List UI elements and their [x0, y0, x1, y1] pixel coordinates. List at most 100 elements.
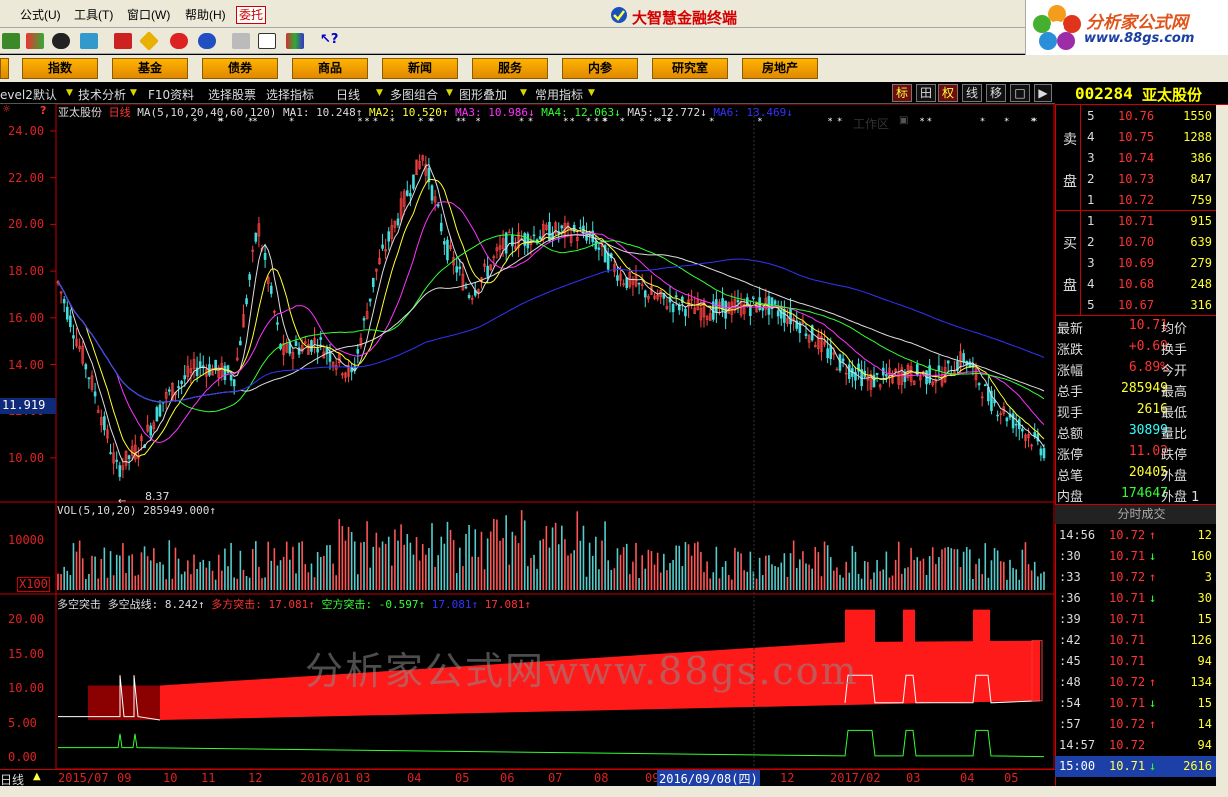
common-indicator-menu[interactable]: 常用指标: [535, 86, 583, 103]
volume-bar: [1009, 559, 1011, 590]
dropdown-arrow-icon[interactable]: ▼: [66, 88, 73, 98]
candle-body: [263, 252, 267, 260]
level2-default-menu[interactable]: evel2默认: [0, 86, 57, 103]
select-stock-menu[interactable]: 选择股票: [208, 86, 256, 103]
f10-menu[interactable]: F10资料: [148, 86, 194, 103]
window-icon[interactable]: [258, 33, 276, 49]
books-icon[interactable]: [286, 33, 304, 49]
red-circle-icon[interactable]: [170, 33, 188, 49]
candle-body: [371, 277, 375, 288]
quote-row: 总笔 20405 外盘: [1055, 463, 1228, 484]
alert-icon[interactable]: [114, 33, 132, 49]
trades-header[interactable]: 分时成交: [1055, 504, 1228, 524]
nav-research-button[interactable]: 研究室: [652, 58, 728, 79]
volume-bar: [959, 567, 962, 590]
up-triangle-icon[interactable]: ▲: [33, 771, 41, 782]
trade-row[interactable]: :42 10.71 126: [1055, 630, 1228, 651]
trade-time: :57: [1059, 717, 1081, 731]
question-icon[interactable]: ?: [40, 104, 46, 117]
grid-icon[interactable]: [2, 33, 20, 49]
trade-row[interactable]: :30 10.71 ↓ 160: [1055, 546, 1228, 567]
volume-bar: [928, 556, 931, 590]
dropdown-arrow-icon[interactable]: ▼: [520, 88, 527, 98]
move-button[interactable]: 移: [986, 84, 1006, 102]
date-tick: 05: [1004, 771, 1019, 785]
right-adjust-button[interactable]: 权: [938, 84, 958, 102]
price-tick: 18.00: [8, 264, 45, 279]
tech-analysis-menu[interactable]: 技术分析: [78, 86, 126, 103]
volume-bar: [820, 576, 823, 590]
nav-bar: 指数 基金 债券 商品 新闻 服务 内参 研究室 房地产 工作区 ▣: [0, 55, 1228, 131]
volume-bar: [622, 547, 625, 590]
volume-bar: [1033, 561, 1036, 590]
line-button[interactable]: 线: [962, 84, 982, 102]
volume-bar: [230, 542, 232, 590]
candle-body: [789, 308, 792, 325]
indicator-tick: 15.00: [8, 646, 45, 661]
volume-bar: [97, 578, 99, 590]
multi-chart-menu[interactable]: 多图组合: [390, 86, 438, 103]
nav-fund-button[interactable]: 基金: [112, 58, 188, 79]
diamond-icon[interactable]: [139, 31, 159, 51]
chart-icon[interactable]: [26, 33, 44, 49]
clipboard-icon[interactable]: [232, 33, 250, 49]
menu-tools[interactable]: 工具(T): [74, 6, 113, 23]
help-pointer-icon[interactable]: ↖?: [320, 33, 338, 49]
volume-bar: [347, 526, 350, 590]
dropdown-arrow-icon[interactable]: ▼: [376, 88, 383, 98]
daily-period-menu[interactable]: 日线: [336, 86, 360, 103]
binoculars-icon[interactable]: [52, 33, 70, 49]
settings-icon[interactable]: ☼: [2, 104, 11, 115]
volume-bar: [743, 570, 745, 590]
volume-bar: [418, 560, 421, 590]
weituo-button[interactable]: 委托: [236, 6, 267, 24]
nav-bond-button[interactable]: 债券: [202, 58, 278, 79]
trade-row[interactable]: 15:00 10.71 ↓ 2616: [1055, 756, 1228, 777]
menu-window[interactable]: 窗口(W): [127, 6, 170, 23]
speaker-icon[interactable]: [80, 33, 98, 49]
volume-bar: [981, 574, 983, 590]
play-button[interactable]: ▶: [1034, 84, 1052, 102]
quote-label-right: 跌停: [1161, 448, 1188, 463]
select-indicator-menu[interactable]: 选择指标: [266, 86, 314, 103]
quote-row: 内盘 174647 外盘 1: [1055, 484, 1228, 505]
mark-button[interactable]: 标: [892, 84, 912, 102]
volume-bar: [304, 564, 307, 590]
overlay-menu[interactable]: 图形叠加: [459, 86, 507, 103]
blue-circle-icon[interactable]: [198, 33, 216, 49]
nav-insider-button[interactable]: 内参: [562, 58, 638, 79]
trade-row[interactable]: :54 10.71 ↓ 15: [1055, 693, 1228, 714]
volume-bar: [545, 526, 548, 590]
dropdown-arrow-icon[interactable]: ▼: [588, 88, 595, 98]
level: 2: [1087, 172, 1095, 186]
trade-row[interactable]: 14:57 10.72 94: [1055, 735, 1228, 756]
volume-bar: [1021, 549, 1024, 590]
volume-bar: [270, 560, 273, 590]
volume-bar: [805, 563, 807, 590]
flower-logo-icon: [1033, 5, 1081, 50]
nav-service-button[interactable]: 服务: [472, 58, 548, 79]
scrollbar[interactable]: [1216, 105, 1228, 797]
app-logo-icon: [611, 7, 627, 23]
menu-help[interactable]: 帮助(H): [185, 6, 226, 23]
level: 2: [1087, 235, 1095, 249]
volume-bar: [854, 551, 857, 590]
volume-bar: [394, 529, 396, 590]
level: 1: [1087, 214, 1095, 228]
window-button[interactable]: □: [1010, 84, 1030, 102]
nav-news-button[interactable]: 新闻: [382, 58, 458, 79]
grid-button[interactable]: 田: [916, 84, 936, 102]
dropdown-arrow-icon[interactable]: ▼: [446, 88, 453, 98]
trade-row[interactable]: :45 10.71 94: [1055, 651, 1228, 672]
dropdown-arrow-icon[interactable]: ▼: [130, 88, 137, 98]
nav-commodity-button[interactable]: 商品: [292, 58, 368, 79]
trade-row[interactable]: 14:56 10.72 ↑ 12: [1055, 525, 1228, 546]
trade-row[interactable]: :57 10.72 ↑ 14: [1055, 714, 1228, 735]
trade-row[interactable]: :33 10.72 ↑ 3: [1055, 567, 1228, 588]
menu-formula[interactable]: 公式(U): [20, 6, 61, 23]
nav-index-button[interactable]: 指数: [22, 58, 98, 79]
nav-realestate-button[interactable]: 房地产: [742, 58, 818, 79]
trade-row[interactable]: :48 10.72 ↑ 134: [1055, 672, 1228, 693]
trade-row[interactable]: :36 10.71 ↓ 30: [1055, 588, 1228, 609]
trade-row[interactable]: :39 10.71 15: [1055, 609, 1228, 630]
